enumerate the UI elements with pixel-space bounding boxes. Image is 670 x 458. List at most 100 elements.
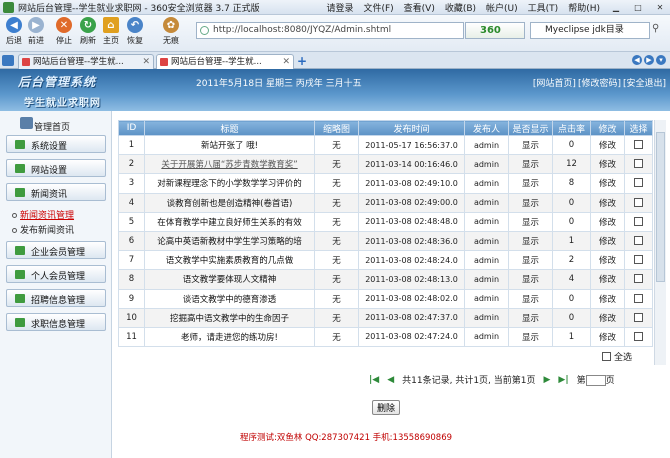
close-icon[interactable]: ✕ bbox=[654, 2, 666, 13]
cell-show: 显示 bbox=[508, 326, 553, 348]
link-change-password[interactable]: [修改密码] bbox=[578, 76, 621, 89]
select-all-checkbox[interactable] bbox=[602, 352, 611, 361]
row-checkbox[interactable] bbox=[634, 255, 643, 265]
menu-login[interactable]: 请登录 bbox=[326, 1, 353, 14]
home-button[interactable]: ⌂ 主页 bbox=[100, 17, 122, 46]
menu-personal-members[interactable]: 个人会员管理 bbox=[6, 265, 106, 283]
menu-system-settings[interactable]: 系统设置 bbox=[6, 135, 106, 153]
row-checkbox[interactable] bbox=[634, 236, 643, 246]
cell-title[interactable]: 新站开张了 哦! bbox=[144, 134, 315, 156]
cell-title[interactable]: 论高中英语新教材中学生学习策略的培 bbox=[144, 230, 315, 252]
tab-close-icon[interactable]: ✕ bbox=[142, 55, 150, 69]
subitem-news-publish[interactable]: 发布新闻资讯 bbox=[12, 223, 74, 236]
cell-edit[interactable]: 修改 bbox=[590, 154, 625, 175]
cell-title[interactable]: 对新课程理念下的小学数学学习评价的 bbox=[144, 173, 315, 194]
scrollbar-thumb[interactable] bbox=[656, 132, 665, 282]
subitem-news-manage[interactable]: 新闻资讯管理 bbox=[12, 208, 74, 221]
menu-help[interactable]: 帮助(H) bbox=[568, 1, 600, 14]
row-checkbox[interactable] bbox=[634, 197, 643, 207]
menu-job-seeking[interactable]: 求职信息管理 bbox=[6, 313, 106, 331]
cell-thumb: 无 bbox=[314, 134, 359, 156]
cell-title[interactable]: 关于开展第八届“苏步青数学教育奖” bbox=[144, 154, 315, 175]
cell-edit[interactable]: 修改 bbox=[590, 134, 625, 156]
tab-1[interactable]: 网站后台管理--学生就... ✕ bbox=[18, 54, 154, 69]
search-engine-button[interactable]: 360 bbox=[465, 22, 525, 39]
col-time[interactable]: 发布时间 bbox=[358, 120, 465, 136]
maximize-icon[interactable]: □ bbox=[632, 2, 644, 13]
tab-prev-icon[interactable]: ◀ bbox=[632, 55, 642, 65]
row-checkbox[interactable] bbox=[634, 159, 643, 169]
menu-news[interactable]: 新闻资讯 bbox=[6, 183, 106, 201]
tab-list-icon[interactable]: ▾ bbox=[656, 55, 666, 65]
paw-icon: ✿ bbox=[163, 17, 179, 33]
col-id[interactable]: ID bbox=[118, 120, 145, 136]
cell-title[interactable]: 语文教学中实施素质教育的几点做 bbox=[144, 250, 315, 271]
row-checkbox[interactable] bbox=[634, 140, 643, 150]
page-number-input[interactable] bbox=[585, 375, 606, 386]
first-page-icon[interactable]: |◀ bbox=[369, 375, 379, 385]
folder-icon bbox=[15, 246, 25, 255]
tab-next-icon[interactable]: ▶ bbox=[644, 55, 654, 65]
col-author[interactable]: 发布人 bbox=[464, 120, 509, 136]
row-checkbox[interactable] bbox=[634, 312, 643, 322]
sidebar-title[interactable]: 管理首页 bbox=[34, 120, 70, 133]
cell-edit[interactable]: 修改 bbox=[590, 288, 625, 309]
new-tab-icon[interactable]: + bbox=[297, 54, 307, 68]
delete-button[interactable]: 删除 bbox=[372, 400, 401, 415]
row-checkbox[interactable] bbox=[634, 331, 643, 341]
sidebar-toggle-icon[interactable] bbox=[2, 55, 14, 66]
cell-title[interactable]: 老师，请走进您的练功房! bbox=[144, 326, 315, 348]
search-input[interactable]: Myeclipse jdk目录 bbox=[530, 22, 650, 39]
col-show[interactable]: 是否显示 bbox=[508, 120, 553, 136]
cell-title[interactable]: 谈语文教学中的德育渗透 bbox=[144, 288, 315, 309]
forward-button[interactable]: ▶ 前进 bbox=[25, 17, 47, 46]
cell-edit[interactable]: 修改 bbox=[590, 250, 625, 271]
link-site-home[interactable]: [网站首页] bbox=[533, 76, 576, 89]
cell-show: 显示 bbox=[508, 173, 553, 194]
stop-button[interactable]: ✕ 停止 bbox=[53, 17, 75, 46]
cell-edit[interactable]: 修改 bbox=[590, 269, 625, 290]
menu-tools[interactable]: 工具(T) bbox=[528, 1, 559, 14]
row-checkbox[interactable] bbox=[634, 216, 643, 226]
prev-page-icon[interactable]: ◀ bbox=[387, 375, 394, 385]
menu-site-settings[interactable]: 网站设置 bbox=[6, 159, 106, 177]
menu-recruitment[interactable]: 招聘信息管理 bbox=[6, 289, 106, 307]
col-thumb[interactable]: 缩略图 bbox=[314, 120, 359, 136]
link-logout[interactable]: [安全退出] bbox=[623, 76, 666, 89]
cell-edit[interactable]: 修改 bbox=[590, 307, 625, 328]
cell-title[interactable]: 挖掘高中语文教学中的生命因子 bbox=[144, 307, 315, 328]
cell-edit[interactable]: 修改 bbox=[590, 192, 625, 213]
back-button[interactable]: ◀ 后退 bbox=[3, 17, 25, 46]
cell-edit[interactable]: 修改 bbox=[590, 326, 625, 348]
cell-title[interactable]: 谈教育创新也是创造精神(卷首语) bbox=[144, 192, 315, 213]
table-scrollbar[interactable] bbox=[654, 120, 666, 365]
select-all[interactable]: 全选 bbox=[602, 350, 632, 363]
refresh-button[interactable]: ↻ 刷新 bbox=[77, 17, 99, 46]
cell-edit[interactable]: 修改 bbox=[590, 173, 625, 194]
tab-2[interactable]: 网站后台管理--学生就... ✕ bbox=[156, 54, 294, 69]
last-page-icon[interactable]: ▶| bbox=[558, 375, 568, 385]
cell-edit[interactable]: 修改 bbox=[590, 230, 625, 252]
cell-title[interactable]: 在体育教学中建立良好师生关系的有效 bbox=[144, 211, 315, 232]
search-icon[interactable]: ⚲ bbox=[652, 23, 666, 38]
cell-edit[interactable]: 修改 bbox=[590, 211, 625, 232]
col-clicks[interactable]: 点击率 bbox=[552, 120, 591, 136]
tab-close-icon[interactable]: ✕ bbox=[282, 55, 290, 69]
row-checkbox[interactable] bbox=[634, 293, 643, 303]
cell-author: admin bbox=[464, 230, 509, 252]
menu-account[interactable]: 帐户(U) bbox=[486, 1, 518, 14]
menu-enterprise-members[interactable]: 企业会员管理 bbox=[6, 241, 106, 259]
menu-favorites[interactable]: 收藏(B) bbox=[445, 1, 476, 14]
menu-file[interactable]: 文件(F) bbox=[363, 1, 393, 14]
menu-view[interactable]: 查看(V) bbox=[404, 1, 435, 14]
next-page-icon[interactable]: ▶ bbox=[544, 375, 551, 385]
traceless-button[interactable]: ✿ 无痕 bbox=[160, 17, 182, 46]
cell-show: 显示 bbox=[508, 230, 553, 252]
address-bar[interactable]: http://localhost:8080/JYQZ/Admin.shtml bbox=[196, 22, 464, 39]
row-checkbox[interactable] bbox=[634, 274, 643, 284]
minimize-icon[interactable]: ▁ bbox=[610, 2, 622, 13]
cell-title[interactable]: 语文教学要体现人文精神 bbox=[144, 269, 315, 290]
row-checkbox[interactable] bbox=[634, 178, 643, 188]
restore-button[interactable]: ↶ 恢复 bbox=[124, 17, 146, 46]
col-title[interactable]: 标题 bbox=[144, 120, 315, 136]
